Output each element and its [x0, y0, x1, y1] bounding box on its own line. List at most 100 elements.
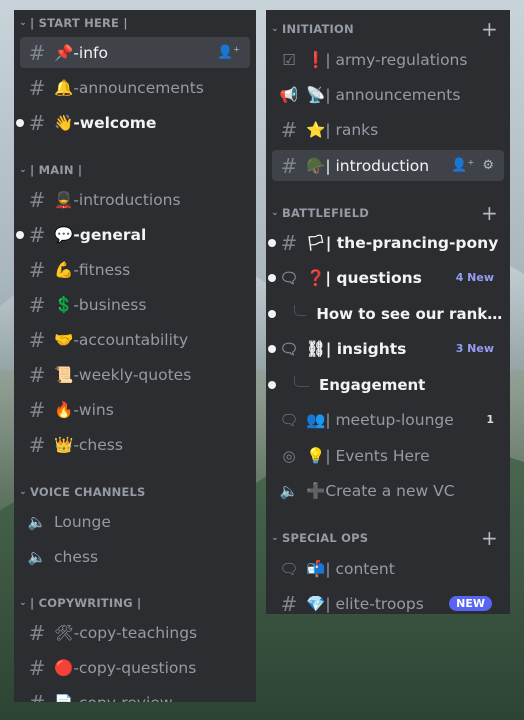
- create-channel-icon[interactable]: +: [481, 201, 498, 225]
- channel-the-prancing-pony[interactable]: # 🏳 | the-prancing-pony: [268, 227, 504, 258]
- channel-emoji: 🛠: [54, 623, 74, 642]
- channel-introduction[interactable]: # 🪖 | introduction 👤⁺ ⚙: [272, 150, 504, 181]
- channel-fitness[interactable]: # 💪 -fitness: [20, 254, 250, 285]
- channel-business[interactable]: # 💲 -business: [20, 289, 250, 320]
- channel-emoji: 🪖: [306, 156, 326, 175]
- text-channel-icon: #: [28, 40, 46, 65]
- text-channel-icon: #: [28, 292, 46, 317]
- unread-indicator: [268, 344, 276, 353]
- voice-channel-chess[interactable]: 🔈 chess: [20, 541, 250, 572]
- create-channel-icon[interactable]: +: [481, 526, 498, 550]
- thread-engagement[interactable]: Engagement: [268, 369, 504, 400]
- stage-channel-events-here[interactable]: ◎ 💡 | Events Here: [272, 440, 504, 471]
- chevron-down-icon: ⌄: [271, 24, 279, 34]
- category-label: VOICE CHANNELS: [30, 485, 146, 499]
- channel-copy-questions[interactable]: # 🔴 -copy-questions: [20, 652, 250, 683]
- channel-emoji: 📡: [306, 85, 326, 104]
- text-channel-icon: #: [28, 222, 46, 247]
- channel-label: -announcements: [73, 78, 204, 97]
- channel-emoji: 📌: [54, 43, 74, 62]
- category-copywriting[interactable]: ⌄ | COPYWRITING |: [14, 594, 256, 612]
- channel-introductions[interactable]: # 💂 -introductions: [20, 184, 250, 215]
- channel-emoji: 💂: [54, 190, 74, 209]
- category-voice-channels[interactable]: ⌄ VOICE CHANNELS: [14, 483, 256, 501]
- category-initiation[interactable]: ⌄ INITIATION +: [266, 17, 510, 41]
- unread-indicator: [16, 230, 24, 239]
- forum-channel-content[interactable]: 🗨 📬 | content: [272, 553, 504, 584]
- channel-label: -weekly-quotes: [73, 365, 192, 384]
- voice-channel-create-vc[interactable]: 🔈 ➕ Create a new VC: [272, 475, 504, 506]
- channel-army-regulations[interactable]: ☑ ❗ | army-regulations: [272, 44, 504, 75]
- text-channel-icon: #: [28, 432, 46, 457]
- channel-label: -fitness: [73, 260, 131, 279]
- channel-info[interactable]: # 📌 -info 👤⁺: [20, 37, 250, 68]
- channel-announcements[interactable]: # 🔔 -announcements: [20, 72, 250, 103]
- channel-wins[interactable]: # 🔥 -wins: [20, 394, 250, 425]
- channel-emoji: 💲: [54, 295, 74, 314]
- text-channel-icon: #: [280, 230, 298, 255]
- channel-label: -wins: [73, 400, 114, 419]
- unread-indicator: [268, 238, 276, 247]
- speaker-icon: 🔈: [27, 512, 47, 531]
- forum-channel-questions[interactable]: 🗨 ❓ | questions 4 New: [268, 262, 504, 293]
- text-channel-icon: #: [28, 257, 46, 282]
- channel-label: | the-prancing-pony: [325, 233, 499, 252]
- speaker-icon: 🔈: [27, 547, 47, 566]
- channel-copy-review[interactable]: # 📄 -copy-review: [20, 687, 250, 703]
- category-battlefield[interactable]: ⌄ BATTLEFIELD +: [266, 201, 510, 225]
- channel-label: | Events Here: [325, 446, 430, 465]
- add-member-icon[interactable]: 👤⁺: [217, 45, 240, 60]
- channel-label: -general: [73, 225, 147, 244]
- chevron-down-icon: ⌄: [19, 165, 27, 175]
- create-channel-icon[interactable]: +: [481, 17, 498, 41]
- add-member-icon[interactable]: 👤⁺: [451, 158, 474, 173]
- channel-emoji: ❗: [306, 50, 326, 69]
- channel-emoji: 💪: [54, 260, 74, 279]
- text-channel-icon: #: [28, 397, 46, 422]
- unread-indicator: [268, 309, 276, 318]
- channel-announcements-right[interactable]: 📢 📡 | announcements: [272, 79, 504, 110]
- category-special-ops[interactable]: ⌄ SPECIAL OPS +: [266, 526, 510, 550]
- channel-emoji: 👑: [54, 435, 74, 454]
- forum-channel-insights[interactable]: 🗨 ⛓ | insights 3 New: [268, 333, 504, 364]
- thread-label: Engagement: [319, 375, 426, 394]
- new-posts-badge: 4 New: [455, 271, 494, 284]
- text-channel-icon: #: [280, 117, 298, 142]
- text-channel-icon: #: [24, 691, 50, 703]
- channel-general[interactable]: # 💬 -general: [16, 219, 250, 250]
- channel-label: Lounge: [54, 512, 111, 531]
- forum-channel-meetup-lounge[interactable]: 🗨 👥 | meetup-lounge 1: [272, 404, 504, 435]
- channel-ranks[interactable]: # ⭐ | ranks: [272, 114, 504, 145]
- category-main[interactable]: ⌄ | MAIN |: [14, 161, 256, 179]
- unread-indicator: [268, 273, 276, 282]
- category-label: | MAIN |: [30, 163, 83, 177]
- channel-emoji: ⛓: [306, 339, 326, 358]
- text-channel-icon: #: [28, 655, 46, 680]
- channel-label: | announcements: [325, 85, 461, 104]
- thread-rank-question[interactable]: How to see our rank in th...: [268, 298, 504, 329]
- forum-icon: 🗨: [279, 268, 299, 287]
- channel-weekly-quotes[interactable]: # 📜 -weekly-quotes: [20, 359, 250, 390]
- new-badge: NEW: [449, 596, 492, 611]
- category-label: | START HERE |: [30, 16, 128, 30]
- channel-emoji: 💬: [54, 225, 74, 244]
- channel-elite-troops[interactable]: # 💎 | elite-troops NEW: [272, 588, 504, 614]
- channel-chess[interactable]: # 👑 -chess: [20, 429, 250, 460]
- new-posts-badge: 3 New: [455, 342, 494, 355]
- right-channel-sidebar: ⌄ INITIATION + ☑ ❗ | army-regulations 📢 …: [266, 10, 510, 614]
- gear-icon[interactable]: ⚙: [482, 158, 494, 173]
- channel-label: -copy-teachings: [73, 623, 198, 642]
- channel-copy-teachings[interactable]: # 🛠 -copy-teachings: [20, 617, 250, 648]
- channel-label: -introductions: [73, 190, 181, 209]
- channel-welcome[interactable]: # 👋 -welcome: [16, 107, 250, 138]
- channel-label: | army-regulations: [325, 50, 468, 69]
- channel-emoji: ⭐: [306, 120, 326, 139]
- channel-emoji: 💎: [306, 594, 326, 613]
- channel-accountability[interactable]: # 🤝 -accountability: [20, 324, 250, 355]
- voice-channel-lounge[interactable]: 🔈 Lounge: [20, 506, 250, 537]
- chevron-down-icon: ⌄: [271, 533, 279, 543]
- channel-emoji: 📜: [54, 365, 74, 384]
- category-start-here[interactable]: ⌄ | START HERE |: [14, 14, 256, 32]
- channel-emoji: 🔔: [54, 78, 74, 97]
- channel-emoji: 🔥: [54, 400, 74, 419]
